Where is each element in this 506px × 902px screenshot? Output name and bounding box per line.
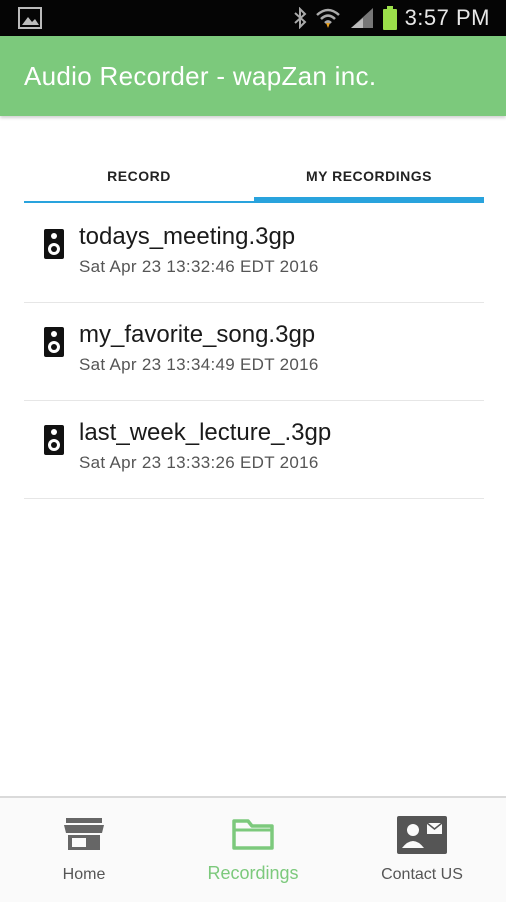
nav-home-label: Home bbox=[62, 866, 106, 883]
battery-icon bbox=[382, 6, 397, 30]
contact-card-icon bbox=[397, 816, 447, 854]
folder-icon bbox=[232, 819, 274, 850]
recordings-list: todays_meeting.3gp Sat Apr 23 13:32:46 E… bbox=[24, 205, 484, 499]
nav-recordings[interactable]: Recordings bbox=[169, 798, 337, 902]
signal-icon bbox=[350, 8, 373, 28]
nav-contact[interactable]: Contact US bbox=[338, 798, 506, 902]
nav-home[interactable]: Home bbox=[0, 798, 168, 902]
status-icons: 3:57 PM bbox=[293, 0, 490, 36]
nav-contact-label: Contact US bbox=[381, 866, 463, 883]
store-icon bbox=[64, 818, 104, 850]
app-title: Audio Recorder - wapZan inc. bbox=[24, 61, 377, 91]
tab-my-recordings[interactable]: MY RECORDINGS bbox=[254, 150, 484, 201]
tab-record[interactable]: RECORD bbox=[24, 150, 254, 201]
recording-date: Sat Apr 23 13:32:46 EDT 2016 bbox=[79, 257, 319, 276]
gallery-notification-icon bbox=[18, 7, 42, 29]
recording-name: last_week_lecture_.3gp bbox=[79, 419, 332, 446]
status-bar: 3:57 PM bbox=[0, 0, 506, 36]
list-item[interactable]: todays_meeting.3gp Sat Apr 23 13:32:46 E… bbox=[24, 205, 484, 303]
speaker-icon bbox=[44, 425, 64, 455]
nav-recordings-label: Recordings bbox=[207, 863, 299, 883]
speaker-icon bbox=[44, 229, 64, 259]
bottom-navigation: Home Recordings Contact US bbox=[0, 796, 506, 902]
recording-name: todays_meeting.3gp bbox=[79, 223, 296, 250]
status-time: 3:57 PM bbox=[404, 5, 490, 30]
bluetooth-icon bbox=[293, 7, 307, 29]
wifi-icon bbox=[315, 8, 340, 28]
tab-bar: RECORD MY RECORDINGS bbox=[24, 150, 484, 205]
tab-active-indicator bbox=[254, 197, 484, 203]
recording-date: Sat Apr 23 13:34:49 EDT 2016 bbox=[79, 355, 319, 374]
app-bar: Audio Recorder - wapZan inc. bbox=[0, 36, 506, 116]
recording-date: Sat Apr 23 13:33:26 EDT 2016 bbox=[79, 453, 319, 472]
list-item[interactable]: my_favorite_song.3gp Sat Apr 23 13:34:49… bbox=[24, 303, 484, 401]
list-item[interactable]: last_week_lecture_.3gp Sat Apr 23 13:33:… bbox=[24, 401, 484, 499]
recording-name: my_favorite_song.3gp bbox=[79, 321, 316, 348]
speaker-icon bbox=[44, 327, 64, 357]
